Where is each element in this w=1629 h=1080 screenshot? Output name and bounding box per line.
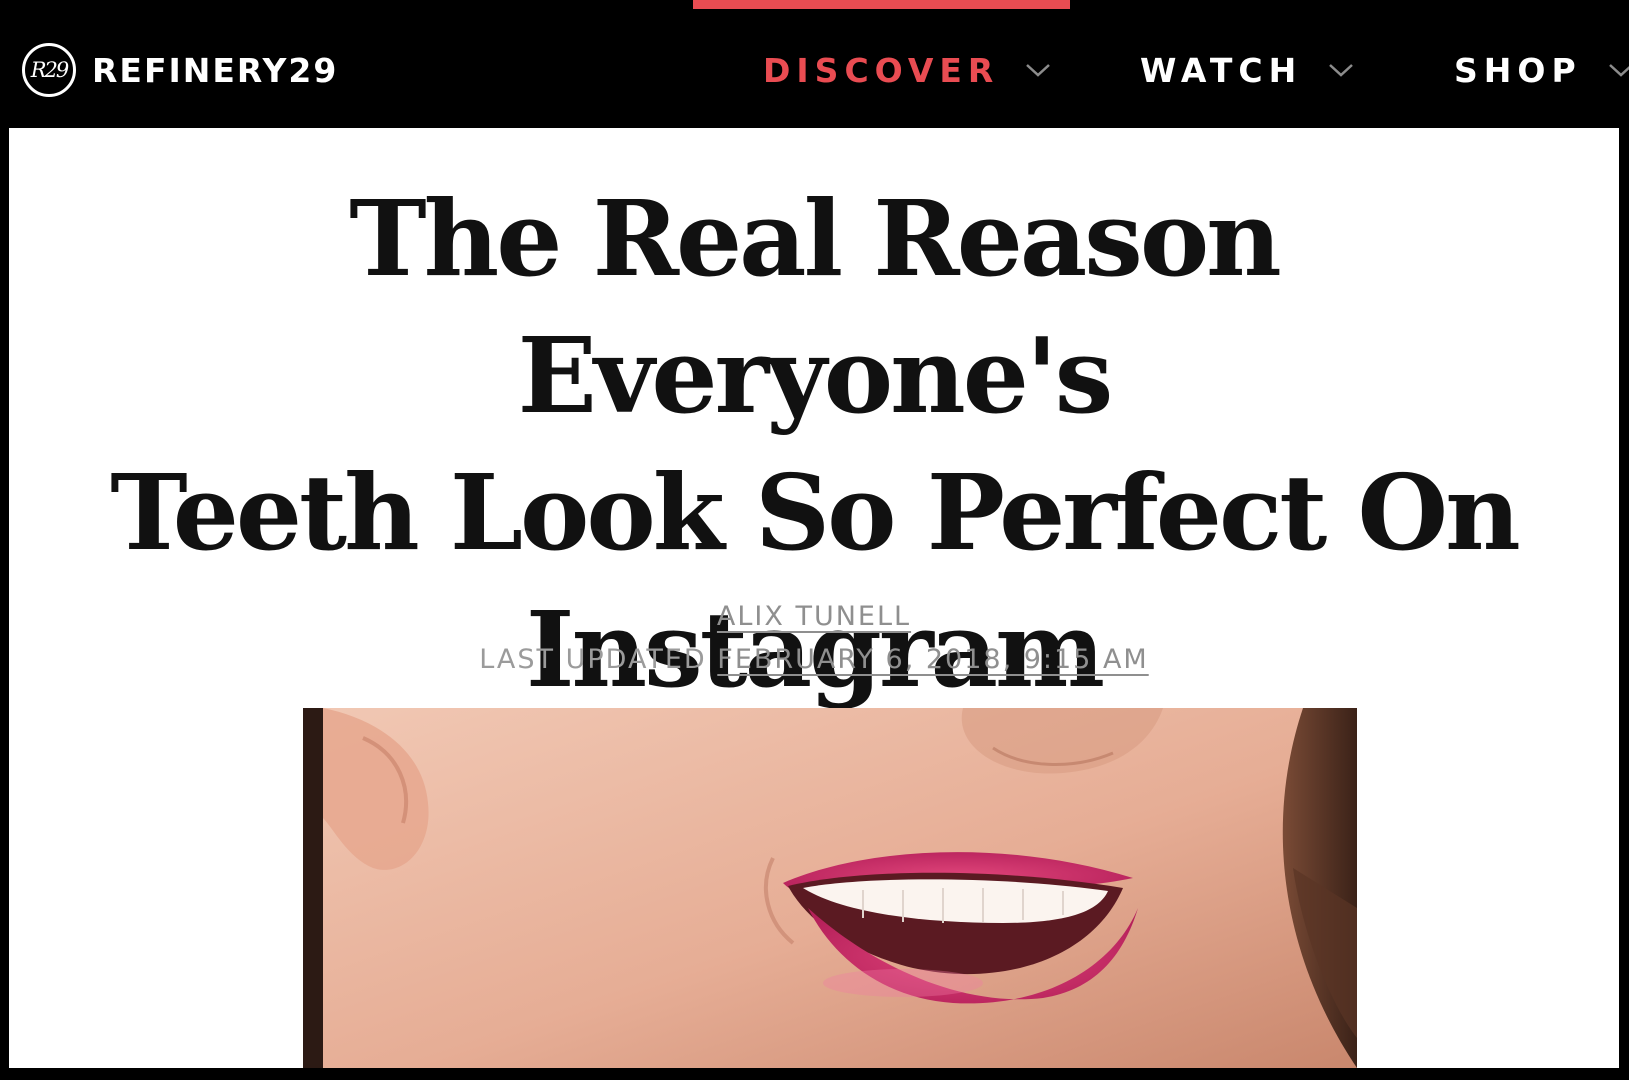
last-updated-prefix: LAST UPDATED [479,644,707,675]
chevron-down-icon [1026,64,1051,77]
chevron-down-icon [1329,64,1354,77]
byline-author: ALIX TUNELL [9,601,1619,632]
nav-item-shop[interactable]: SHOP [1454,46,1629,94]
headline-line: The Real Reason Everyone's [349,177,1282,437]
article-headline: The Real Reason Everyone's Teeth Look So… [69,170,1559,718]
article-container: The Real Reason Everyone's Teeth Look So… [9,128,1619,1068]
author-link[interactable]: ALIX TUNELL [717,601,911,632]
nav-item-watch[interactable]: WATCH [1140,46,1354,94]
headline-line: Teeth Look So Perfect On [110,451,1521,574]
last-updated-date-link[interactable]: FEBRUARY 6, 2018, 9:15 AM [717,644,1148,675]
nav-item-discover[interactable]: DISCOVER [763,46,1051,94]
logo-mark-text: R29 [30,58,70,82]
nav-item-label: DISCOVER [763,50,1000,90]
brand-name: REFINERY29 [92,50,339,90]
active-tab-indicator [693,0,1070,9]
nav-item-label: SHOP [1454,50,1582,90]
nav-item-label: WATCH [1140,50,1303,90]
smiling-face-photo [303,708,1357,1068]
r29-logo-icon: R29 [22,43,76,97]
top-navigation-bar: R29 REFINERY29 DISCOVER WATCH SHOP [0,0,1629,128]
hero-image [303,708,1357,1068]
last-updated: LAST UPDATED FEBRUARY 6, 2018, 9:15 AM [9,644,1619,675]
chevron-down-icon [1608,64,1629,77]
site-logo[interactable]: R29 REFINERY29 [22,40,338,100]
